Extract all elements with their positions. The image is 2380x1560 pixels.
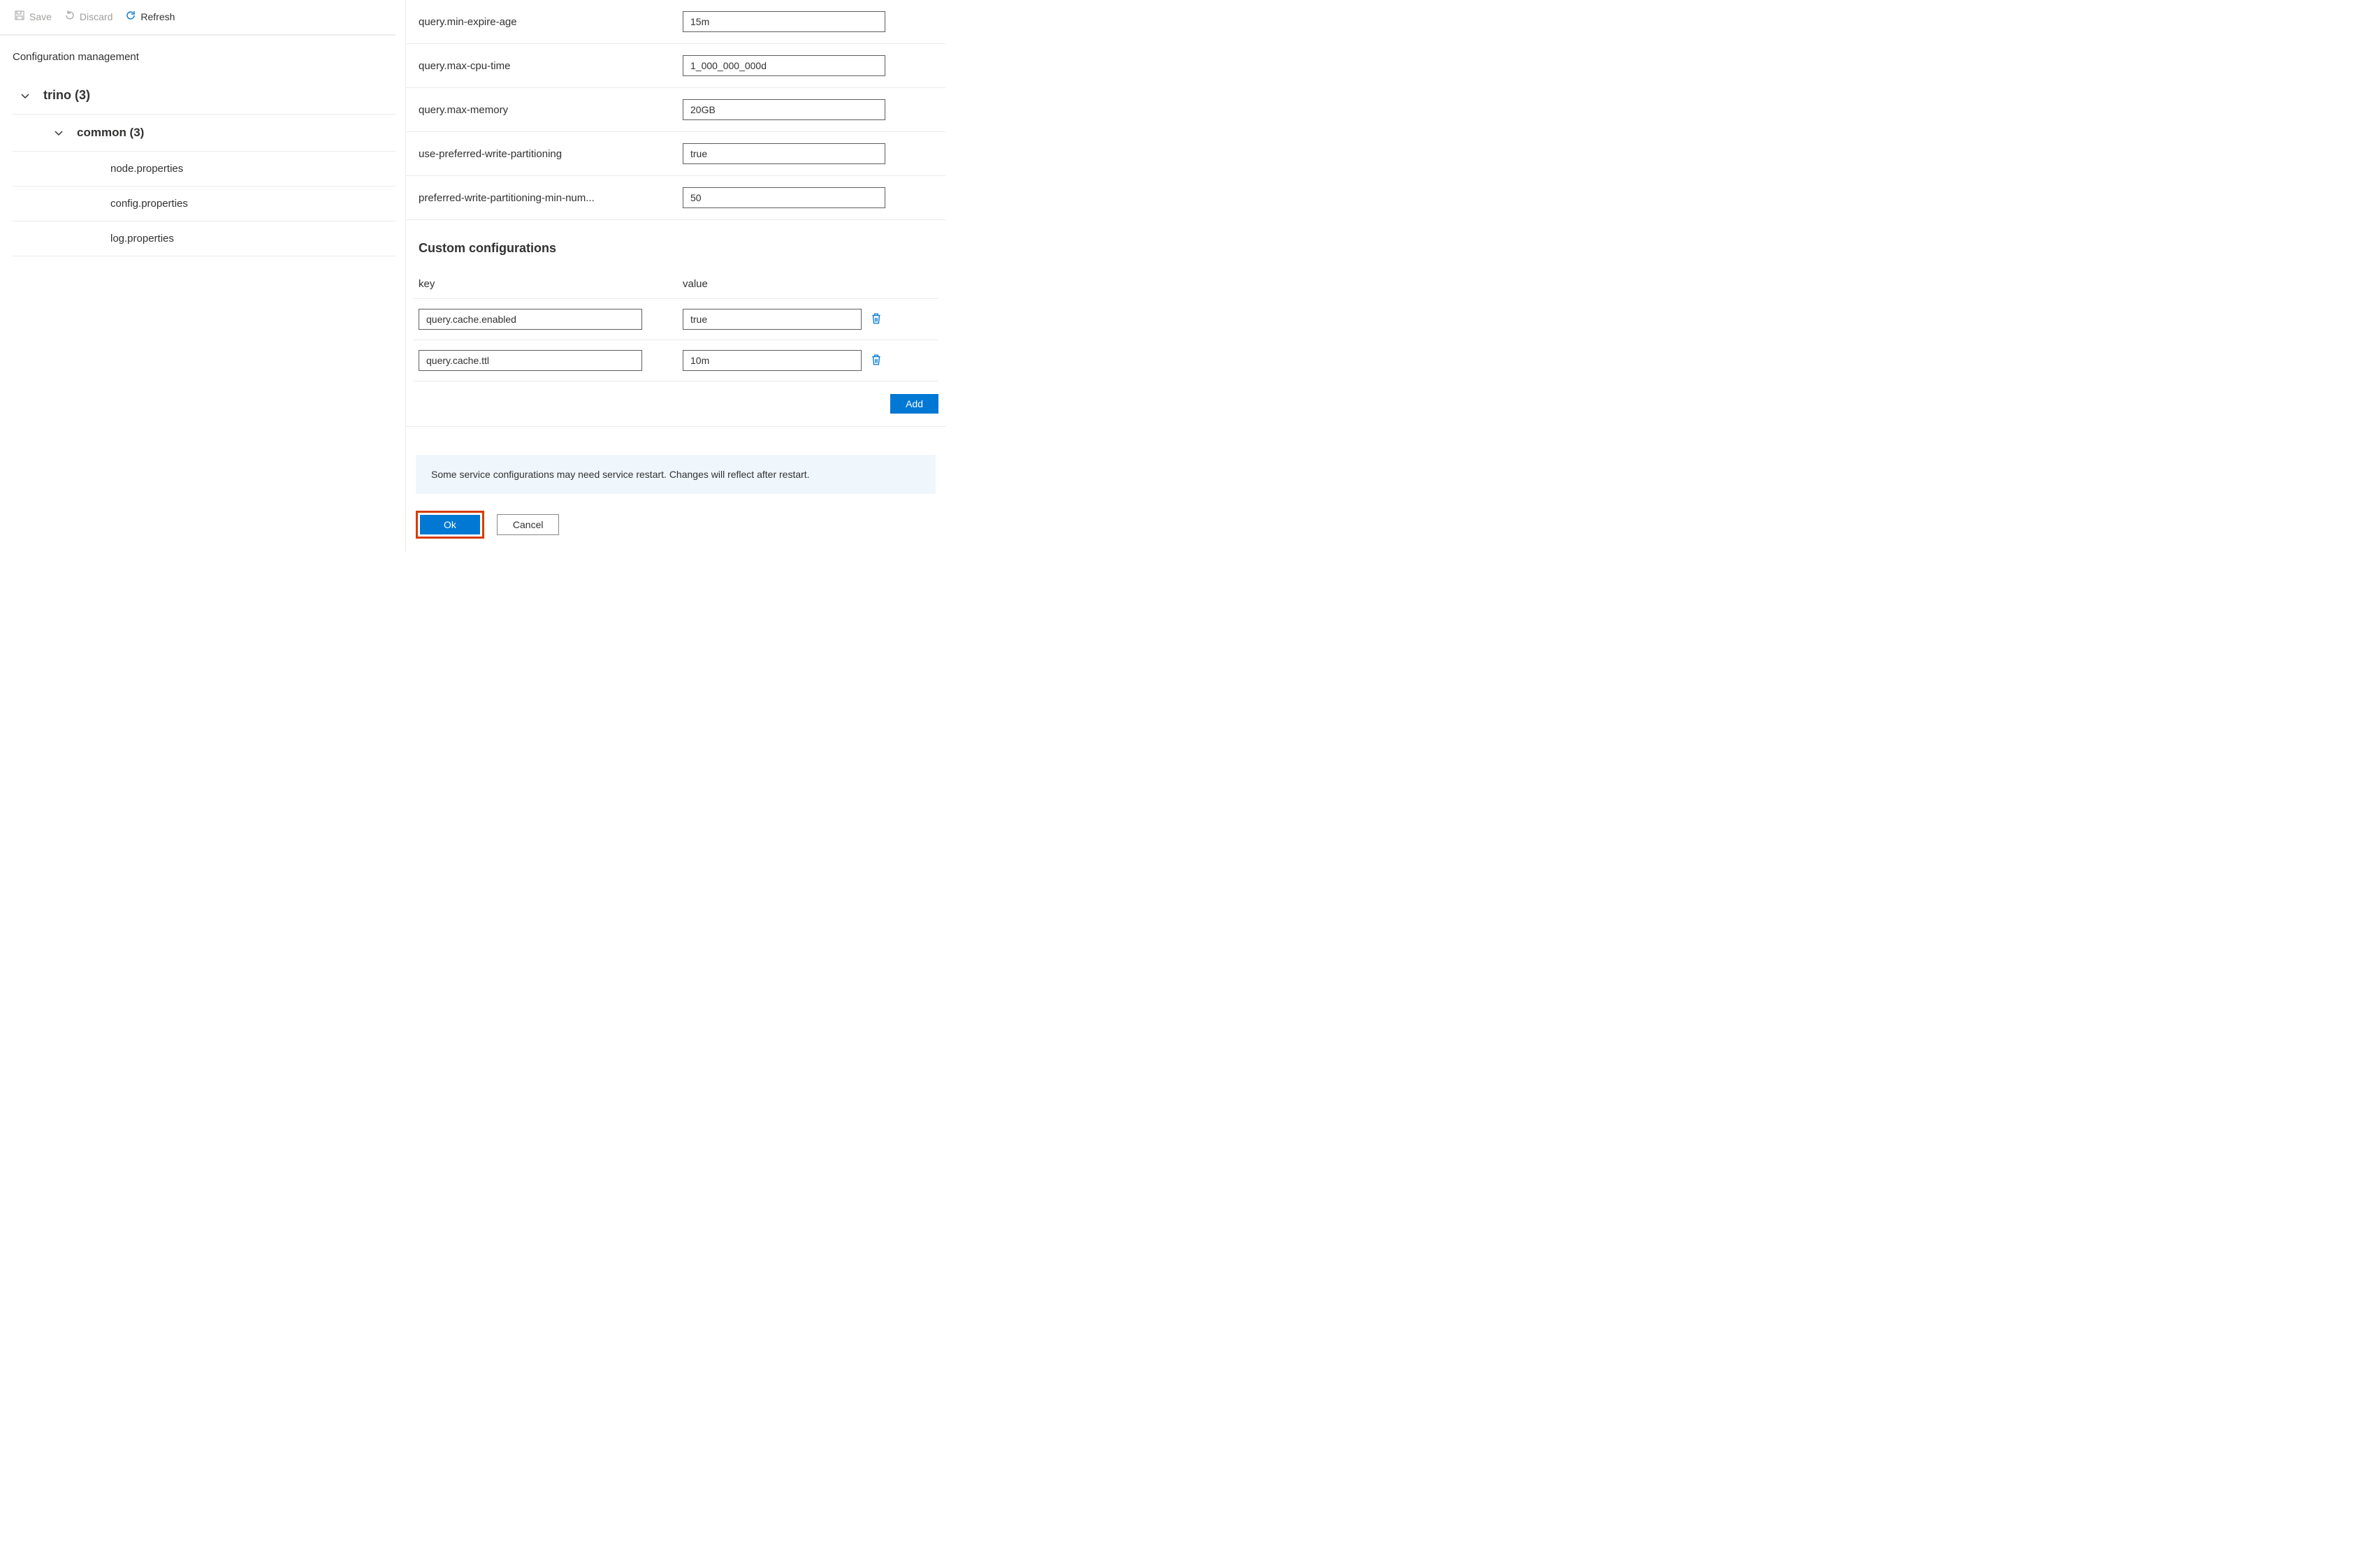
add-button[interactable]: Add — [890, 394, 938, 414]
config-label: query.min-expire-age — [419, 16, 683, 28]
custom-config-row — [413, 299, 938, 340]
config-value-input[interactable] — [683, 143, 885, 164]
custom-value-input[interactable] — [683, 309, 862, 330]
save-button[interactable]: Save — [10, 7, 56, 26]
footer-actions: Ok Cancel — [406, 494, 945, 553]
custom-value-input[interactable] — [683, 350, 862, 371]
value-column-header: value — [683, 278, 933, 290]
config-value-input[interactable] — [683, 99, 885, 120]
config-label: query.max-cpu-time — [419, 60, 683, 72]
config-row: query.max-cpu-time — [406, 44, 945, 88]
tree-node-common[interactable]: common (3) — [13, 115, 396, 152]
section-title: Configuration management — [0, 48, 405, 77]
config-label: preferred-write-partitioning-min-num... — [419, 192, 683, 204]
config-row: use-preferred-write-partitioning — [406, 132, 945, 176]
refresh-button[interactable]: Refresh — [121, 7, 179, 26]
right-pane: query.min-expire-age query.max-cpu-time … — [405, 0, 945, 553]
tree-node-label: trino (3) — [43, 88, 90, 103]
ok-highlight: Ok — [416, 511, 484, 539]
config-row: query.max-memory — [406, 88, 945, 132]
custom-key-input[interactable] — [419, 350, 642, 371]
discard-icon — [64, 10, 75, 23]
config-row: preferred-write-partitioning-min-num... — [406, 176, 945, 220]
refresh-icon — [125, 10, 136, 23]
tree-leaf-node-properties[interactable]: node.properties — [13, 152, 396, 187]
tree-node-trino[interactable]: trino (3) — [13, 77, 396, 115]
custom-key-input[interactable] — [419, 309, 642, 330]
chevron-down-icon — [20, 90, 31, 101]
discard-label: Discard — [80, 11, 113, 22]
custom-config-section: Custom configurations key value — [406, 220, 945, 381]
config-value-input[interactable] — [683, 187, 885, 208]
custom-config-header: key value — [413, 270, 938, 299]
ok-button[interactable]: Ok — [420, 515, 480, 534]
config-label: use-preferred-write-partitioning — [419, 148, 683, 160]
config-row: query.min-expire-age — [406, 0, 945, 44]
refresh-label: Refresh — [140, 11, 175, 22]
delete-row-button[interactable] — [869, 352, 884, 370]
config-label: query.max-memory — [419, 104, 683, 116]
config-value-input[interactable] — [683, 11, 885, 32]
delete-row-button[interactable] — [869, 311, 884, 328]
tree-leaf-label: node.properties — [110, 163, 183, 175]
chevron-down-icon — [53, 127, 64, 138]
tree-node-label: common (3) — [77, 126, 144, 140]
discard-button[interactable]: Discard — [60, 7, 117, 26]
tree-leaf-config-properties[interactable]: config.properties — [13, 187, 396, 221]
toolbar: Save Discard Refresh — [0, 0, 396, 36]
tree-leaf-label: log.properties — [110, 233, 174, 245]
save-icon — [14, 10, 25, 23]
tree-leaf-label: config.properties — [110, 198, 188, 210]
info-banner: Some service configurations may need ser… — [416, 455, 936, 494]
config-value-input[interactable] — [683, 55, 885, 76]
custom-config-row — [413, 340, 938, 381]
tree-leaf-log-properties[interactable]: log.properties — [13, 221, 396, 256]
save-label: Save — [29, 11, 52, 22]
trash-icon — [870, 316, 883, 327]
custom-config-title: Custom configurations — [413, 241, 938, 270]
add-row: Add — [406, 381, 945, 427]
tree: trino (3) common (3) node.properties con… — [0, 77, 405, 256]
left-pane: Save Discard Refresh Configuration manag… — [0, 0, 405, 553]
trash-icon — [870, 358, 883, 368]
key-column-header: key — [419, 278, 683, 290]
cancel-button[interactable]: Cancel — [497, 514, 560, 535]
config-list: query.min-expire-age query.max-cpu-time … — [406, 0, 945, 220]
